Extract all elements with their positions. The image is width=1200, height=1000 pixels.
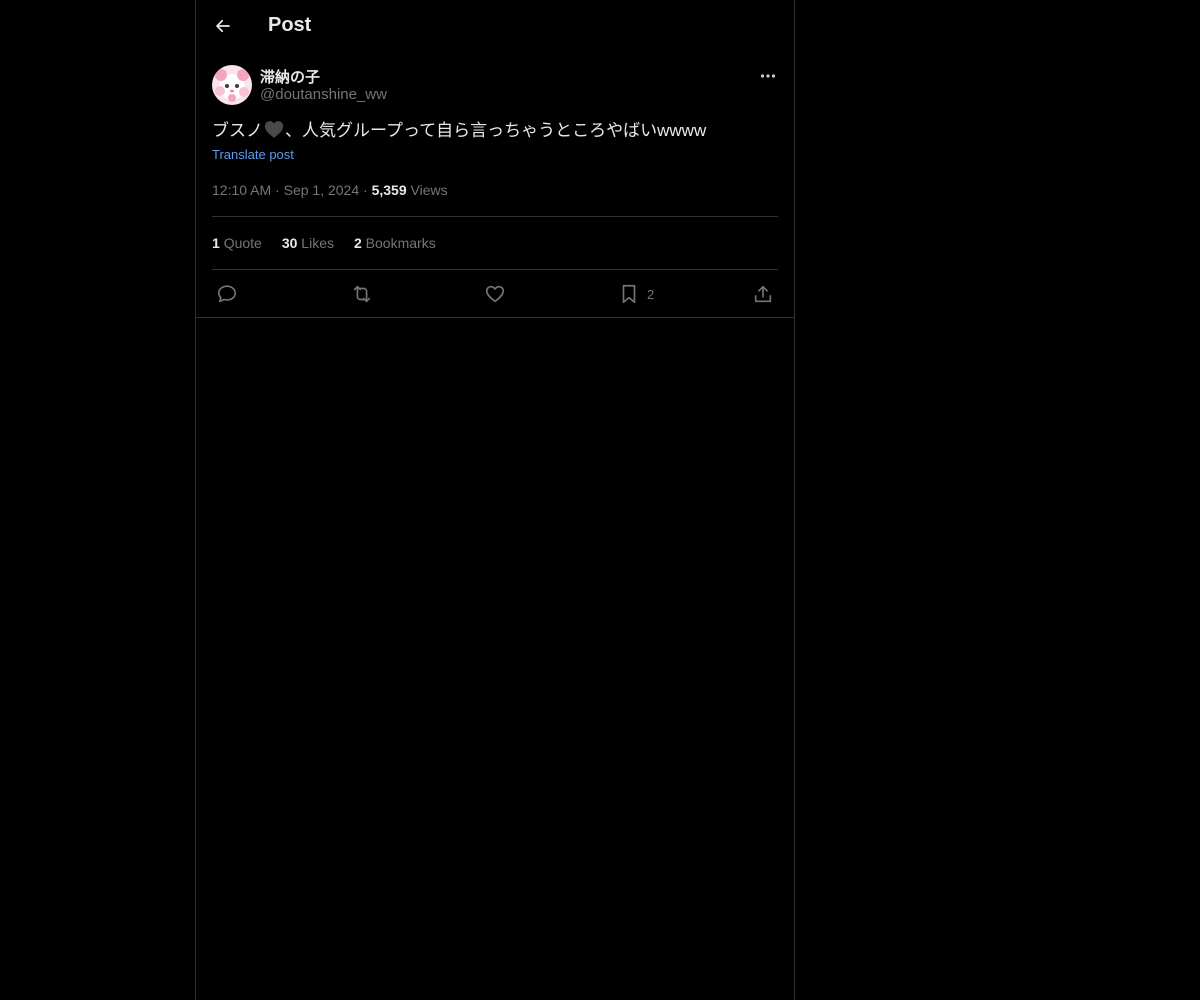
post-column: Post 滞納の子 @doutanshine_ww ブスノ 、人気グループって自ら… — [195, 0, 795, 1000]
stat-quotes[interactable]: 1 Quote — [212, 235, 262, 251]
author-display-name[interactable]: 滞納の子 — [260, 66, 320, 87]
bookmark-button[interactable]: 2 — [618, 282, 654, 306]
post-date[interactable]: Sep 1, 2024 — [284, 182, 360, 198]
page-header: Post — [196, 0, 794, 54]
heart-icon — [485, 285, 505, 303]
bookmark-icon — [622, 284, 636, 304]
stat-bookmarks[interactable]: 2 Bookmarks — [354, 235, 436, 251]
back-button[interactable] — [210, 13, 236, 39]
avatar[interactable] — [212, 65, 252, 105]
post-text-part-1: ブスノ — [212, 121, 263, 140]
share-icon — [754, 285, 772, 303]
bookmark-count: 2 — [647, 286, 655, 302]
avatar-image — [212, 65, 252, 105]
more-options-button[interactable] — [756, 66, 780, 86]
meta-separator: · — [363, 182, 368, 198]
black-heart-icon — [264, 120, 284, 145]
views-count: 5,359 — [371, 182, 407, 198]
translate-post-link[interactable]: Translate post — [212, 147, 294, 162]
arrow-left-icon — [216, 19, 230, 33]
engagement-stats: 1 Quote 30 Likes 2 Bookmarks — [212, 235, 436, 251]
reply-button[interactable] — [216, 282, 238, 306]
share-button[interactable] — [752, 282, 774, 306]
repost-button[interactable] — [350, 282, 374, 306]
divider — [212, 216, 778, 217]
post-metadata: 12:10 AM · Sep 1, 2024 · 5,359 Views — [212, 182, 448, 198]
more-horizontal-icon — [760, 74, 776, 78]
page-title: Post — [268, 14, 312, 36]
reply-icon — [217, 285, 237, 303]
like-button[interactable] — [484, 282, 506, 306]
meta-separator: · — [275, 182, 280, 198]
stat-likes[interactable]: 30 Likes — [282, 235, 334, 251]
post-time[interactable]: 12:10 AM — [212, 182, 271, 198]
post-text-part-2: 、人気グループって自ら言っちゃうところやばいwwww — [285, 121, 707, 140]
author-handle[interactable]: @doutanshine_ww — [260, 86, 387, 103]
post-text: ブスノ 、人気グループって自ら言っちゃうところやばいwwww — [212, 120, 706, 145]
action-bar: 2 — [196, 270, 794, 318]
repost-icon — [353, 285, 371, 303]
views-label: Views — [410, 182, 448, 198]
